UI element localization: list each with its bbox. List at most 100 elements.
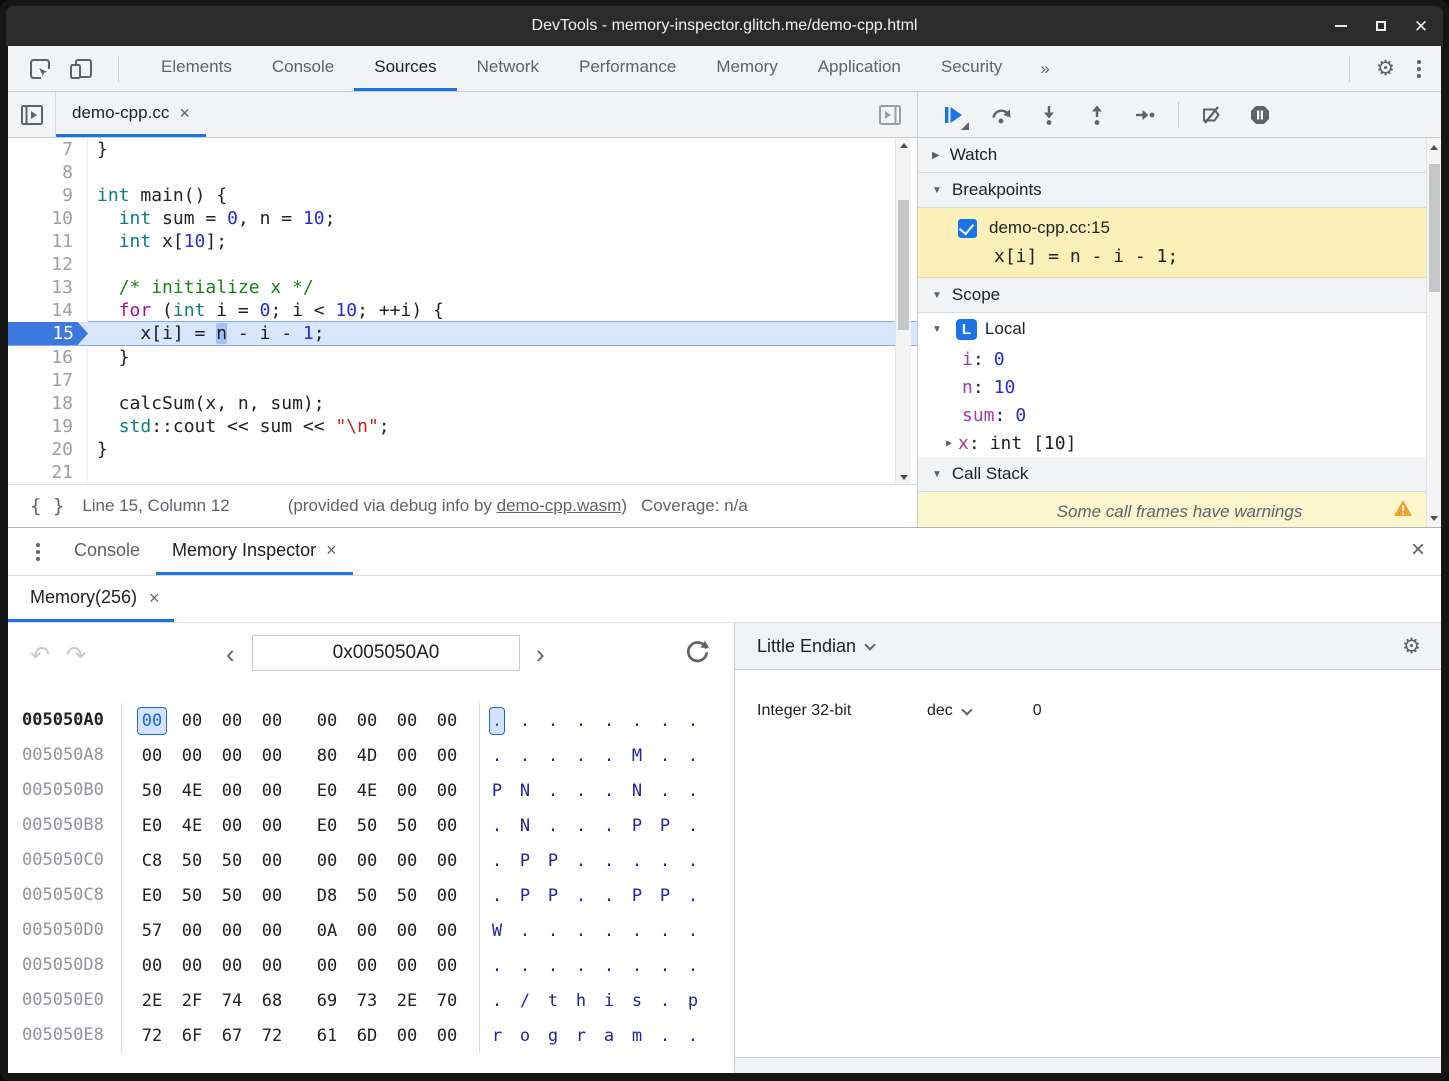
hex-byte[interactable]: 00 [392,1023,422,1049]
line-number[interactable]: 7 [8,138,88,161]
hex-byte[interactable]: 00 [392,743,422,769]
line-number[interactable]: 18 [8,392,88,415]
ascii-char[interactable]: . [629,848,645,874]
tab-console[interactable]: Console [252,46,354,91]
hex-byte[interactable]: 00 [432,743,462,769]
drawer-tab-console[interactable]: Console [58,528,156,575]
ascii-char[interactable]: . [601,918,617,944]
memory-tab[interactable]: Memory(256) × [8,576,174,622]
next-page-button[interactable]: › [536,639,545,670]
hex-bytes[interactable]: 2E2F746869732E70 [122,983,480,1018]
scope-local-group[interactable]: ▼ L Local [918,313,1441,345]
hex-byte[interactable]: E0 [137,813,167,839]
line-number[interactable]: 17 [8,369,88,392]
ascii-char[interactable]: . [685,778,701,804]
hex-byte[interactable]: 00 [217,743,247,769]
ascii-char[interactable]: r [489,1023,505,1049]
format-braces-icon[interactable]: { } [8,495,82,517]
hex-grid[interactable]: 005050A00000000000000000........005050A8… [8,695,734,1053]
hex-byte[interactable]: 00 [257,848,287,874]
ascii-column[interactable]: .....M.. [480,738,713,773]
ascii-char[interactable]: . [573,778,589,804]
ascii-char[interactable]: . [657,918,673,944]
line-number[interactable]: 11 [8,230,88,253]
hex-byte[interactable]: 00 [392,953,422,979]
hex-byte[interactable]: 00 [137,743,167,769]
main-menu-kebab-icon[interactable] [1413,56,1425,82]
hex-byte[interactable]: 6F [177,1023,207,1049]
ascii-char[interactable]: . [657,988,673,1014]
ascii-char[interactable]: / [517,988,533,1014]
ascii-char[interactable]: . [489,813,505,839]
hex-byte[interactable]: 00 [257,883,287,909]
ascii-char[interactable]: . [545,953,561,979]
code-line[interactable]: 21 [8,461,917,484]
hex-row[interactable]: 005050D80000000000000000........ [8,948,734,983]
expand-triangle-icon[interactable]: ▶ [946,438,952,449]
close-window-button[interactable]: ✕ [1413,18,1429,34]
ascii-char[interactable]: . [685,708,701,734]
hex-byte[interactable]: 50 [392,813,422,839]
line-number[interactable]: 10 [8,207,88,230]
hex-byte[interactable]: 4E [177,778,207,804]
line-number[interactable]: 20 [8,438,88,461]
line-number[interactable]: 14 [8,299,88,322]
hex-byte[interactable]: 00 [177,708,207,734]
tab-network[interactable]: Network [457,46,559,91]
hex-byte[interactable]: 50 [217,848,247,874]
hex-byte[interactable]: 61 [312,1023,342,1049]
pause-on-exceptions-button[interactable] [1249,104,1271,126]
history-forward-icon[interactable]: ↷ [66,641,86,670]
hex-byte[interactable]: E0 [312,778,342,804]
ascii-char[interactable]: . [517,743,533,769]
hex-byte[interactable]: 00 [432,708,462,734]
hex-byte[interactable]: 00 [177,918,207,944]
ascii-char[interactable]: . [489,743,505,769]
hex-byte[interactable]: 00 [432,953,462,979]
hex-bytes[interactable]: 570000000A000000 [122,913,480,948]
hex-byte[interactable]: C8 [137,848,167,874]
hex-row[interactable]: 005050D0570000000A000000W....... [8,913,734,948]
sidebar-scrollbar[interactable] [1426,138,1441,527]
code-line[interactable]: 7} [8,138,917,161]
line-number[interactable]: 8 [8,161,88,184]
ascii-column[interactable]: ........ [480,703,713,738]
drawer-tab-close-icon[interactable]: × [326,541,337,559]
line-number[interactable]: 9 [8,184,88,207]
hex-row[interactable]: 005050E8726F6772616D0000rogram.. [8,1018,734,1053]
hex-byte[interactable]: 00 [432,848,462,874]
hex-byte[interactable]: D8 [312,883,342,909]
hex-byte[interactable]: 00 [177,953,207,979]
hex-byte[interactable]: 74 [217,988,247,1014]
hex-byte[interactable]: 50 [137,778,167,804]
ascii-char[interactable]: . [601,708,617,734]
code-line[interactable]: 10 int sum = 0, n = 10; [8,207,917,230]
ascii-char[interactable]: . [489,988,505,1014]
hex-byte[interactable]: 00 [177,743,207,769]
hex-row[interactable]: 005050B8E04E0000E0505000.N...PP. [8,808,734,843]
hex-byte[interactable]: 67 [217,1023,247,1049]
line-number[interactable]: 15 [8,322,88,345]
hex-byte[interactable]: 00 [432,813,462,839]
code-line[interactable]: 19 std::cout << sum << "\n"; [8,415,917,438]
memory-tab-close-icon[interactable]: × [149,589,160,607]
file-tab-close-icon[interactable]: × [179,104,190,122]
hex-bytes[interactable]: 00000000804D0000 [122,738,480,773]
ascii-char[interactable]: N [517,813,533,839]
hex-byte[interactable]: 00 [432,1023,462,1049]
ascii-char[interactable]: . [685,883,701,909]
hex-byte[interactable]: 50 [177,848,207,874]
ascii-char[interactable]: . [573,848,589,874]
ascii-char[interactable]: . [489,953,505,979]
ascii-char[interactable]: . [685,743,701,769]
hex-row[interactable]: 005050C0C850500000000000.PP..... [8,843,734,878]
hex-bytes[interactable]: 726F6772616D0000 [122,1018,480,1053]
ascii-char[interactable]: . [545,813,561,839]
ascii-char[interactable]: . [629,708,645,734]
line-number[interactable]: 21 [8,461,88,484]
ascii-char[interactable]: . [685,953,701,979]
hex-byte[interactable]: 00 [257,708,287,734]
hex-byte[interactable]: 68 [257,988,287,1014]
ascii-char[interactable]: P [545,848,561,874]
breakpoint-entry[interactable]: demo-cpp.cc:15 x[i] = n - i - 1; [918,208,1441,278]
